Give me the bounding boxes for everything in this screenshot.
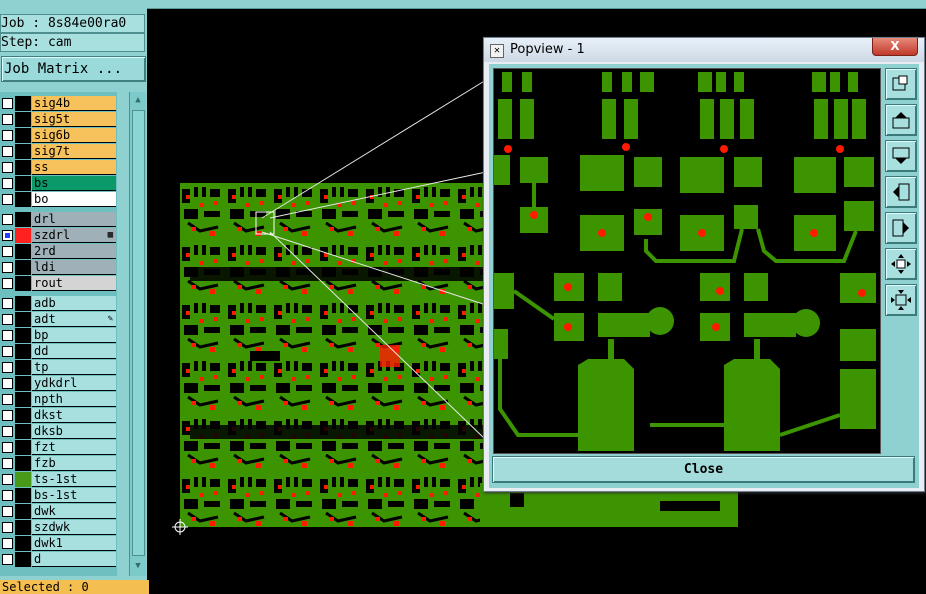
pan-left-icon[interactable]	[885, 176, 917, 208]
zoom-in-icon[interactable]	[885, 248, 917, 280]
close-button[interactable]: Close	[492, 456, 915, 483]
popview-title: Popview - 1	[510, 42, 585, 57]
zoom-out-icon[interactable]	[885, 284, 917, 316]
app-icon: ✕	[490, 44, 504, 58]
popview-window: ✕ Popview - 1 X Close	[483, 37, 925, 492]
pan-up-icon[interactable]	[885, 104, 917, 136]
popview-body: Close	[489, 64, 919, 488]
pan-right-icon[interactable]	[885, 212, 917, 244]
popview-canvas[interactable]	[493, 68, 881, 454]
popview-titlebar[interactable]: ✕ Popview - 1 X	[484, 38, 924, 62]
pan-down-icon[interactable]	[885, 140, 917, 172]
zoom-home-icon[interactable]	[885, 68, 917, 100]
window-close-button[interactable]: X	[872, 38, 918, 56]
